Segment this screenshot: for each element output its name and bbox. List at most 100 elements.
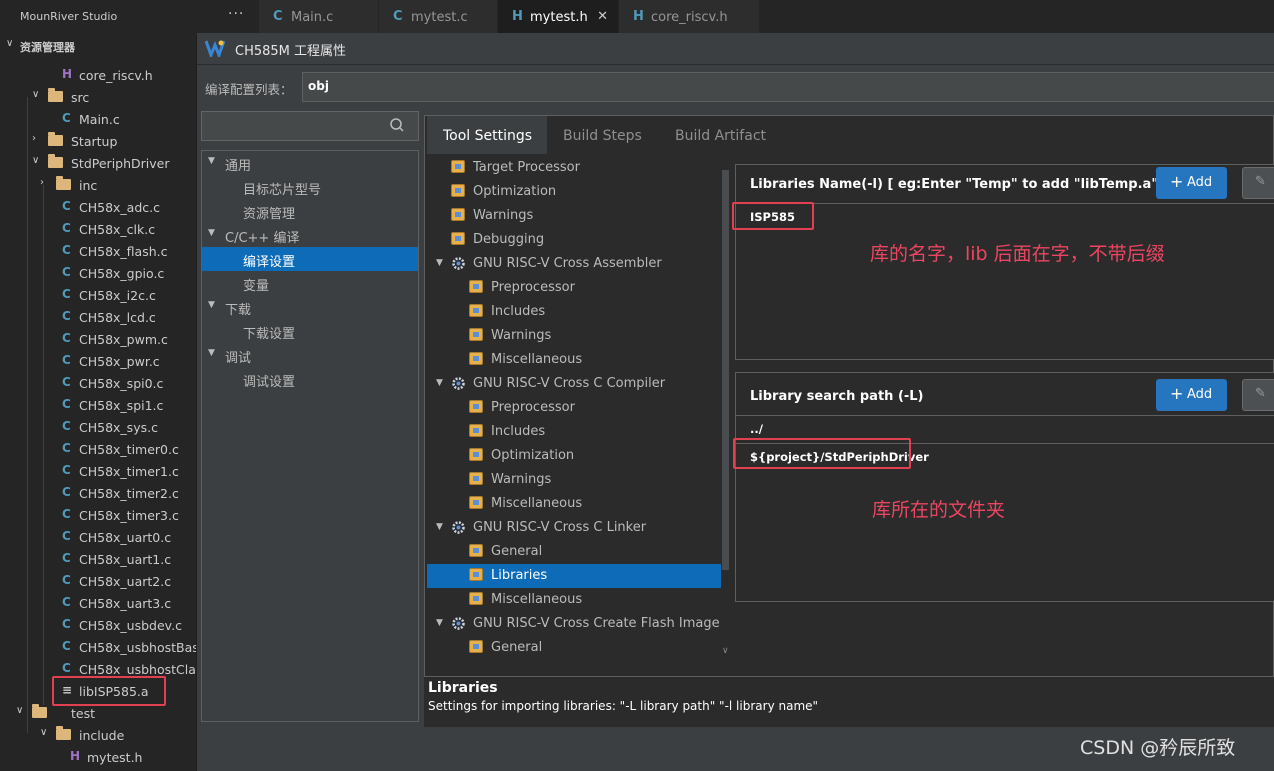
nav-item-chip-model[interactable]: 目标芯片型号	[202, 175, 418, 199]
folder-item[interactable]: ∨ test	[0, 702, 196, 724]
add-search-path-button[interactable]: + Add	[1156, 379, 1227, 411]
config-select[interactable]: obj	[302, 72, 1274, 102]
tab-build-artifact[interactable]: Build Artifact	[663, 116, 773, 154]
tool-tree-item[interactable]: General	[427, 636, 722, 660]
file-item[interactable]: C CH58x_spi1.c	[0, 394, 196, 416]
file-item[interactable]: C CH58x_uart0.c	[0, 526, 196, 548]
c-file-icon: C	[273, 9, 283, 24]
tool-tree-item[interactable]: Optimization	[427, 444, 722, 468]
file-item[interactable]: C CH58x_pwr.c	[0, 350, 196, 372]
file-item[interactable]: C CH58x_uart2.c	[0, 570, 196, 592]
folder-item[interactable]: ∨ StdPeriphDriver	[0, 152, 196, 174]
nav-item-general[interactable]: ▼ 通用	[202, 151, 418, 175]
file-item[interactable]: C CH58x_spi0.c	[0, 372, 196, 394]
tool-tree-item[interactable]: Miscellaneous	[427, 588, 722, 612]
nav-item-build-settings[interactable]: 编译设置	[202, 247, 418, 271]
file-item[interactable]: C CH58x_adc.c	[0, 196, 196, 218]
c-file-icon: C	[62, 639, 71, 653]
file-item[interactable]: C CH58x_timer0.c	[0, 438, 196, 460]
file-item[interactable]: C CH58x_pwm.c	[0, 328, 196, 350]
tool-tree-item[interactable]: Includes	[427, 420, 722, 444]
chevron-right-icon: ›	[32, 133, 36, 144]
folder-item[interactable]: ∨ include	[0, 724, 196, 746]
tab-mytest-h[interactable]: H mytest.h ✕	[498, 0, 619, 35]
folder-item[interactable]: › inc	[0, 174, 196, 196]
file-item[interactable]: C CH58x_flash.c	[0, 240, 196, 262]
nav-item-debug-settings[interactable]: 调试设置	[202, 367, 418, 391]
search-icon[interactable]	[389, 117, 405, 133]
expand-triangle-icon[interactable]: ▼	[436, 522, 443, 532]
add-library-button[interactable]: + Add	[1156, 167, 1227, 199]
search-input[interactable]	[201, 111, 419, 141]
tab-core-riscv-h[interactable]: H core_riscv.h	[619, 0, 760, 35]
file-item[interactable]: C Main.c	[0, 108, 196, 130]
file-item[interactable]: H core_riscv.h	[0, 64, 196, 86]
file-item[interactable]: C CH58x_usbdev.c	[0, 614, 196, 636]
tab-tool-settings[interactable]: Tool Settings	[427, 116, 547, 154]
expand-triangle-icon[interactable]: ▼	[436, 618, 443, 628]
nav-item-download-settings[interactable]: 下载设置	[202, 319, 418, 343]
file-item[interactable]: C CH58x_sys.c	[0, 416, 196, 438]
tool-tree-item[interactable]: Warnings	[427, 468, 722, 492]
file-item[interactable]: C CH58x_i2c.c	[0, 284, 196, 306]
tool-tree-item[interactable]: Miscellaneous	[427, 492, 722, 516]
c-file-icon: C	[62, 441, 71, 455]
tool-tree-label: Warnings	[473, 208, 534, 223]
library-list-item[interactable]: ISP585	[736, 203, 1274, 230]
nav-label: 调试	[225, 351, 252, 366]
file-item[interactable]: C CH58x_lcd.c	[0, 306, 196, 328]
tab-build-steps[interactable]: Build Steps	[551, 116, 656, 154]
tool-tree-item[interactable]: Target Processor	[427, 156, 722, 180]
file-item[interactable]: C CH58x_timer2.c	[0, 482, 196, 504]
folder-open-icon	[48, 154, 63, 169]
option-page-icon	[469, 328, 483, 341]
tool-tree-item[interactable]: Includes	[427, 300, 722, 324]
nav-item-download[interactable]: ▼ 下载	[202, 295, 418, 319]
chevron-down-icon: ∨	[40, 727, 48, 738]
expand-triangle-icon[interactable]: ▼	[436, 258, 443, 268]
folder-item[interactable]: ∨ src	[0, 86, 196, 108]
scrollbar-thumb[interactable]	[722, 170, 729, 570]
nav-item-debug[interactable]: ▼ 调试	[202, 343, 418, 367]
nav-item-variables[interactable]: 变量	[202, 271, 418, 295]
tool-tree-item[interactable]: General	[427, 540, 722, 564]
description-text: Settings for importing libraries: "-L li…	[428, 699, 819, 713]
tool-tree-item[interactable]: Libraries	[427, 564, 722, 588]
edit-search-path-button[interactable]: ✎	[1242, 379, 1274, 411]
tool-tree-item[interactable]: Optimization	[427, 180, 722, 204]
file-item[interactable]: C CH58x_timer3.c	[0, 504, 196, 526]
nav-item-resource[interactable]: 资源管理	[202, 199, 418, 223]
tool-tree-item[interactable]: Debugging	[427, 228, 722, 252]
tool-tree-item[interactable]: Warnings	[427, 204, 722, 228]
file-item[interactable]: C CH58x_clk.c	[0, 218, 196, 240]
tool-tree-item[interactable]: ▼ GNU RISC-V Cross C Linker	[427, 516, 722, 540]
file-item[interactable]: C CH58x_uart3.c	[0, 592, 196, 614]
tool-tree-item[interactable]: ▼ GNU RISC-V Cross Assembler	[427, 252, 722, 276]
tool-tree-item[interactable]: Warnings	[427, 324, 722, 348]
edit-library-button[interactable]: ✎	[1242, 167, 1274, 199]
folder-name: include	[79, 728, 125, 743]
tool-tree-item[interactable]: Miscellaneous	[427, 348, 722, 372]
scroll-down-icon[interactable]: ∨	[722, 646, 729, 656]
c-file-icon: C	[62, 529, 71, 543]
tool-tree-item[interactable]: ▼ GNU RISC-V Cross C Compiler	[427, 372, 722, 396]
file-item[interactable]: C CH58x_gpio.c	[0, 262, 196, 284]
tool-settings-tree: Target Processor Optimization Warnings Debu…	[427, 156, 722, 664]
tool-tree-item[interactable]: Preprocessor	[427, 396, 722, 420]
option-page-icon	[469, 448, 483, 461]
highlight-box	[732, 202, 814, 230]
tool-tree-item[interactable]: Preprocessor	[427, 276, 722, 300]
more-actions-icon[interactable]: ···	[228, 6, 244, 22]
folder-item[interactable]: › Startup	[0, 130, 196, 152]
file-item[interactable]: C CH58x_uart1.c	[0, 548, 196, 570]
expand-triangle-icon[interactable]: ▼	[436, 378, 443, 388]
file-item[interactable]: C CH58x_timer1.c	[0, 460, 196, 482]
close-icon[interactable]: ✕	[597, 9, 608, 24]
tool-tree-item[interactable]: ▼ GNU RISC-V Cross Create Flash Image	[427, 612, 722, 636]
tab-main-c[interactable]: C Main.c	[259, 0, 379, 35]
nav-item-c-cpp-build[interactable]: ▼ C/C++ 编译	[202, 223, 418, 247]
file-item[interactable]: H mytest.h	[0, 746, 196, 768]
explorer-header[interactable]: ∨ 资源管理器	[0, 35, 196, 57]
file-item[interactable]: C CH58x_usbhostBase.c	[0, 636, 196, 658]
tab-mytest-c[interactable]: C mytest.c	[379, 0, 498, 35]
